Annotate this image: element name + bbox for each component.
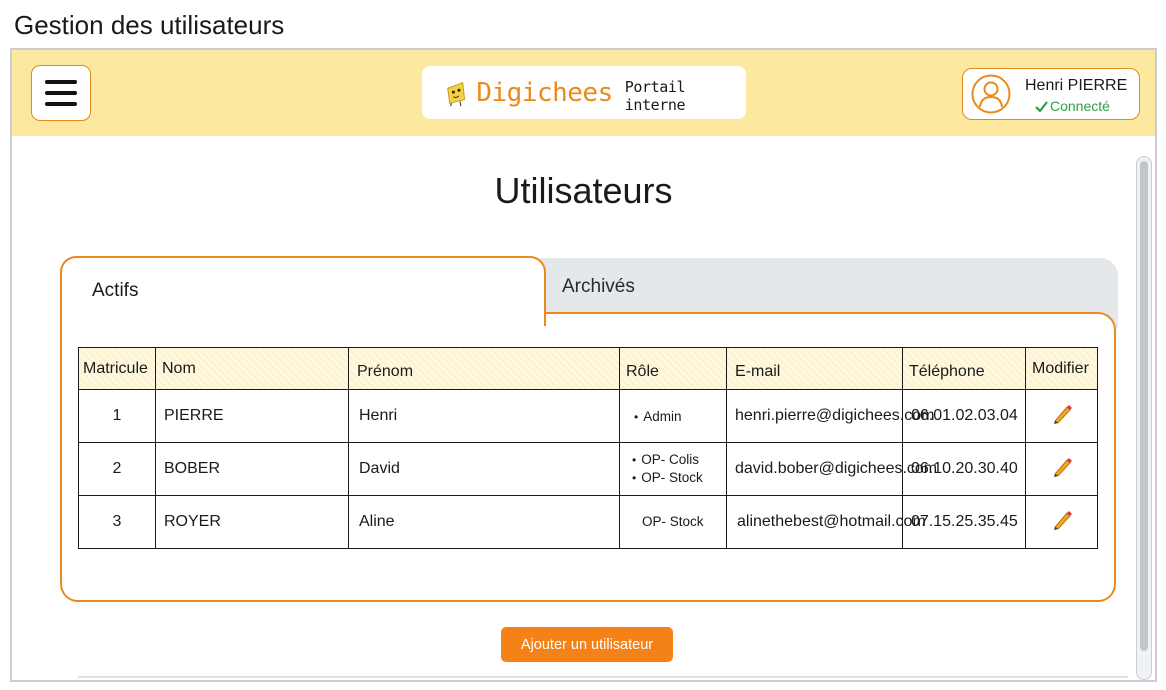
cell-matricule: 2 (78, 442, 156, 496)
col-header-matricule: Matricule (78, 347, 156, 390)
table-row: 1 PIERRE Henri Admin henri.pierre@digich… (78, 389, 1098, 443)
table-header-row: Matricule Nom Prénom Rôle E-mail Télépho… (78, 347, 1098, 390)
pencil-icon (1053, 404, 1072, 424)
menu-button[interactable] (31, 65, 91, 121)
col-header-prenom: Prénom (348, 347, 620, 390)
vertical-scrollbar[interactable] (1136, 156, 1152, 680)
user-name: Henri PIERRE (1025, 77, 1128, 94)
brand-logo-box[interactable]: Digichees Portail interne (422, 66, 746, 119)
user-status: Connecté (1035, 98, 1110, 114)
user-profile-box[interactable]: Henri PIERRE Connecté (962, 68, 1140, 120)
pencil-icon (1053, 510, 1072, 530)
brand-name: Digichees (476, 77, 613, 108)
cell-role: Admin (619, 389, 727, 443)
cell-matricule: 1 (78, 389, 156, 443)
col-header-nom: Nom (155, 347, 349, 390)
cell-email: david.bober@digichees.com (726, 442, 937, 496)
page-title: Utilisateurs (494, 170, 673, 211)
cell-email: alinethebest@hotmail.com (726, 495, 926, 549)
page-caption: Gestion des utilisateurs (14, 10, 285, 40)
scrollbar-thumb[interactable] (1140, 161, 1148, 651)
cell-nom: PIERRE (155, 389, 349, 443)
edit-button[interactable] (1025, 495, 1098, 549)
cell-matricule: 3 (78, 495, 156, 549)
cell-nom: BOBER (155, 442, 349, 496)
divider (78, 676, 1128, 678)
add-user-button[interactable]: Ajouter un utilisateur (501, 627, 673, 662)
top-bar: Digichees Portail interne Henri PIERRE C… (12, 50, 1155, 136)
col-header-role: Rôle (619, 347, 727, 390)
tab-archives[interactable]: Archivés (562, 276, 635, 298)
table-row: 2 BOBER David OP- Colis OP- Stock david.… (78, 442, 1098, 496)
users-table: Matricule Nom Prénom Rôle E-mail Télépho… (78, 347, 1098, 549)
cell-telephone: 06.10.20.30.40 (902, 442, 1026, 496)
col-header-email: E-mail (726, 347, 903, 390)
col-header-telephone: Téléphone (902, 347, 1026, 390)
brand-subtitle: Portail interne (624, 77, 686, 114)
cell-role: OP- Stock (619, 495, 727, 549)
role-item: OP- Stock (632, 469, 718, 487)
cell-prenom: David (348, 442, 620, 496)
user-avatar-icon (971, 74, 1011, 114)
role-item: Admin (634, 409, 718, 424)
role-item: OP- Stock (642, 514, 704, 529)
col-header-modifier: Modifier (1025, 347, 1098, 390)
cell-telephone: 07.15.25.35.45 (902, 495, 1026, 549)
check-icon (1035, 101, 1048, 113)
edit-button[interactable] (1025, 389, 1098, 443)
cell-email: henri.pierre@digichees.com (726, 389, 934, 443)
hamburger-icon (45, 80, 77, 84)
tab-actifs-label: Actifs (92, 280, 139, 301)
cell-nom: ROYER (155, 495, 349, 549)
table-row: 3 ROYER Aline OP- Stock alinethebest@hot… (78, 495, 1098, 549)
edit-button[interactable] (1025, 442, 1098, 496)
pencil-icon (1053, 457, 1072, 477)
cell-telephone: 06.01.02.03.04 (902, 389, 1026, 443)
cell-role: OP- Colis OP- Stock (619, 442, 727, 496)
app-window: Digichees Portail interne Henri PIERRE C… (10, 48, 1157, 682)
cell-prenom: Aline (348, 495, 620, 549)
cell-prenom: Henri (348, 389, 620, 443)
cheese-logo-icon (447, 81, 466, 106)
role-item: OP- Colis (632, 451, 718, 469)
user-status-label: Connecté (1050, 98, 1110, 114)
